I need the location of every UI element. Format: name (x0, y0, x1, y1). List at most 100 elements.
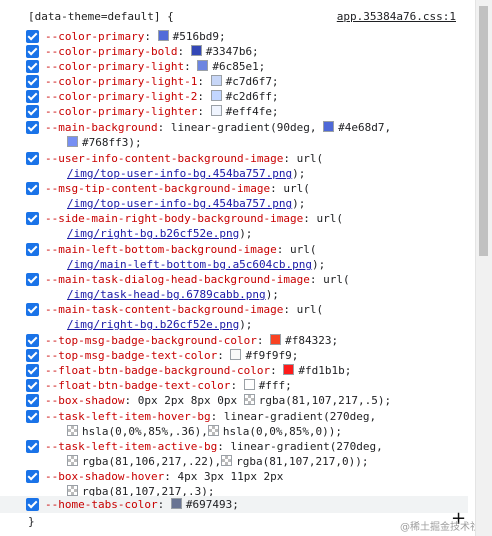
property-value[interactable]: #c2d6ff; (226, 90, 279, 103)
property-value[interactable]: #697493; (186, 498, 239, 511)
color-swatch[interactable] (210, 105, 222, 116)
declaration-checkbox[interactable] (26, 45, 39, 58)
color-swatch[interactable] (230, 349, 242, 360)
property-name[interactable]: --main-left-bottom-background-image (45, 243, 277, 256)
property-name[interactable]: --msg-tip-content-background-image (45, 182, 270, 195)
color-swatch[interactable] (283, 364, 295, 375)
property-value[interactable]: #fff; (259, 379, 292, 392)
color-swatch[interactable] (197, 60, 209, 71)
property-name[interactable]: --task-left-item-active-bg (45, 440, 217, 453)
property-name[interactable]: --float-btn-badge-text-color (45, 379, 230, 392)
property-name[interactable]: --color-primary-bold (45, 45, 177, 58)
color-swatch[interactable] (243, 394, 255, 405)
property-value[interactable]: #516bd9; (173, 30, 226, 43)
property-value[interactable]: #4e68d7, (338, 121, 391, 134)
property-value[interactable]: rgba(81,107,217,0)); (236, 455, 368, 468)
color-swatch[interactable] (67, 485, 78, 496)
declaration-checkbox[interactable] (26, 410, 39, 423)
declaration-checkbox[interactable] (26, 334, 39, 347)
declaration-checkbox[interactable] (26, 379, 39, 392)
declaration-checkbox[interactable] (26, 182, 39, 195)
color-swatch[interactable] (243, 379, 255, 390)
scrollbar-thumb[interactable] (479, 6, 488, 256)
property-value[interactable]: #eff4fe; (226, 105, 279, 118)
declaration-checkbox[interactable] (26, 105, 39, 118)
declaration-checkbox[interactable] (26, 498, 39, 511)
property-value[interactable]: url( (290, 243, 317, 256)
source-link[interactable]: app.35384a76.css:1 (337, 10, 456, 24)
property-name[interactable]: --top-msg-badge-background-color (45, 334, 257, 347)
property-name[interactable]: --color-primary-light-1 (45, 75, 197, 88)
property-name[interactable]: --main-task-dialog-head-background-image (45, 273, 310, 286)
declaration-checkbox[interactable] (26, 394, 39, 407)
property-value[interactable]: #768ff3); (82, 136, 142, 149)
declaration-checkbox[interactable] (26, 30, 39, 43)
property-value[interactable]: rgba(81,107,217,.5); (259, 394, 391, 407)
color-swatch[interactable] (67, 136, 78, 147)
declaration-checkbox[interactable] (26, 152, 39, 165)
image-url-link[interactable]: /img/task-head-bg.6789cabb.png (67, 288, 266, 301)
declaration-checkbox[interactable] (26, 303, 39, 316)
property-name[interactable]: --main-background (45, 121, 158, 134)
color-swatch[interactable] (190, 45, 202, 56)
property-value[interactable]: #c7d6f7; (226, 75, 279, 88)
color-swatch[interactable] (210, 75, 222, 86)
image-url-link[interactable]: /img/top-user-info-bg.454ba757.png (67, 167, 292, 180)
color-swatch[interactable] (207, 425, 219, 436)
property-value[interactable]: linear-gradient(90deg, (171, 121, 323, 134)
property-name[interactable]: --box-shadow-hover (45, 470, 164, 483)
property-value[interactable]: #3347b6; (206, 45, 259, 58)
property-value[interactable]: 0px 2px 8px 0px (138, 394, 244, 407)
property-value[interactable]: #6c85e1; (212, 60, 265, 73)
property-value[interactable]: url( (323, 273, 350, 286)
declaration-checkbox[interactable] (26, 243, 39, 256)
image-url-link[interactable]: /img/top-user-info-bg.454ba757.png (67, 197, 292, 210)
declaration-checkbox[interactable] (26, 470, 39, 483)
property-value[interactable]: url( (317, 212, 344, 225)
property-value[interactable]: #f9f9f9; (245, 349, 298, 362)
property-name[interactable]: --color-primary-light-2 (45, 90, 197, 103)
property-name[interactable]: --box-shadow (45, 394, 124, 407)
declaration-checkbox[interactable] (26, 60, 39, 73)
image-url-link[interactable]: /img/main-left-bottom-bg.a5c604cb.png (67, 258, 312, 271)
property-value[interactable]: hsla(0,0%,85%,0)); (223, 425, 342, 438)
color-swatch[interactable] (323, 121, 335, 132)
property-value[interactable]: hsla(0,0%,85%,.36), (82, 425, 208, 438)
property-value[interactable]: linear-gradient(270deg, (224, 410, 376, 423)
color-swatch[interactable] (67, 425, 78, 436)
declaration-checkbox[interactable] (26, 273, 39, 286)
property-name[interactable]: --side-main-right-body-background-image (45, 212, 303, 225)
declaration-checkbox[interactable] (26, 75, 39, 88)
image-url-link[interactable]: /img/right-bg.b26cf52e.png (67, 227, 239, 240)
property-value[interactable]: #f84323; (285, 334, 338, 347)
color-swatch[interactable] (270, 334, 282, 345)
property-value[interactable]: url( (297, 152, 324, 165)
vertical-scrollbar[interactable] (475, 0, 492, 536)
color-swatch[interactable] (221, 455, 233, 466)
property-value[interactable]: url( (297, 303, 324, 316)
declaration-checkbox[interactable] (26, 90, 39, 103)
property-name[interactable]: --home-tabs-color (45, 498, 158, 511)
property-value[interactable]: linear-gradient(270deg, (230, 440, 382, 453)
property-name[interactable]: --main-task-content-background-image (45, 303, 283, 316)
property-name[interactable]: --float-btn-badge-background-color (45, 364, 270, 377)
property-name[interactable]: --task-left-item-hover-bg (45, 410, 211, 423)
declaration-checkbox[interactable] (26, 440, 39, 453)
property-name[interactable]: --color-primary-light (45, 60, 184, 73)
property-name[interactable]: --color-primary (45, 30, 144, 43)
property-name[interactable]: --top-msg-badge-text-color (45, 349, 217, 362)
property-name[interactable]: --user-info-content-background-image (45, 152, 283, 165)
property-value[interactable]: #fd1b1b; (298, 364, 351, 377)
color-swatch[interactable] (170, 498, 182, 509)
property-name[interactable]: --color-primary-lighter (45, 105, 197, 118)
color-swatch[interactable] (210, 90, 222, 101)
declaration-checkbox[interactable] (26, 364, 39, 377)
declaration-checkbox[interactable] (26, 212, 39, 225)
color-swatch[interactable] (157, 30, 169, 41)
property-value[interactable]: url( (283, 182, 310, 195)
property-value[interactable]: 4px 3px 11px 2px (177, 470, 283, 483)
color-swatch[interactable] (67, 455, 78, 466)
declaration-checkbox[interactable] (26, 349, 39, 362)
image-url-link[interactable]: /img/right-bg.b26cf52e.png (67, 318, 239, 331)
property-value[interactable]: rgba(81,106,217,.22), (82, 455, 221, 468)
